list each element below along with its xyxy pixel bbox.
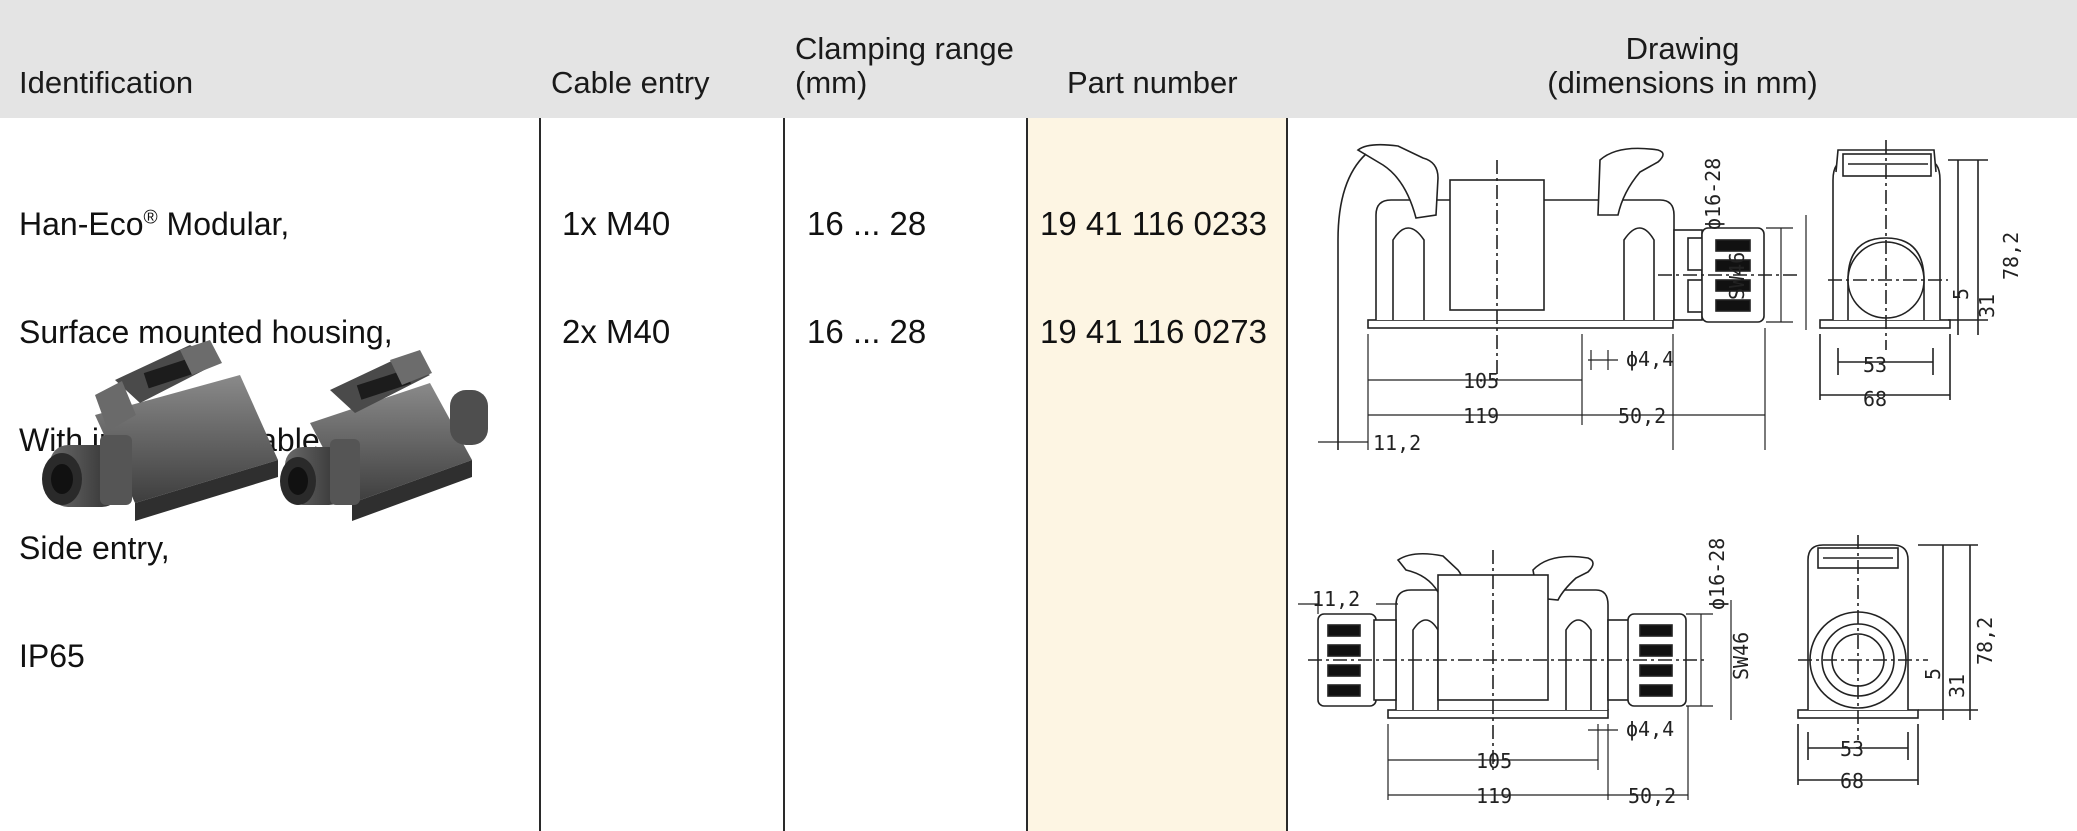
part-number-2[interactable]: 19 41 116 0273	[1040, 314, 1267, 350]
dim-top-31: 31	[1975, 294, 1999, 318]
header-identification: Identification	[19, 65, 194, 100]
dim-top-50-2: 50,2	[1618, 404, 1666, 428]
cable-entry-cell: 1x M40 2x M40	[562, 134, 670, 386]
dim-bottom-105: 105	[1476, 749, 1512, 773]
product-photo	[42, 340, 488, 521]
dim-bottom-5: 5	[1921, 668, 1945, 680]
dim-bottom-53: 53	[1840, 737, 1864, 761]
housing-right-photo	[280, 350, 488, 521]
dim-bottom-sw: SW46	[1729, 632, 1753, 680]
dim-top-5: 5	[1949, 288, 1973, 300]
dim-bottom-50-2: 50,2	[1628, 784, 1676, 808]
identification-line5: IP65	[19, 638, 85, 674]
part-number-cell: 19 41 116 0233 19 41 116 0273	[1040, 134, 1267, 386]
cable-entry-2: 2x M40	[562, 313, 671, 350]
part-number-1[interactable]: 19 41 116 0233	[1040, 206, 1267, 242]
clamping-range-1: 16 ... 28	[807, 205, 927, 242]
dim-top-11-2: 11,2	[1373, 431, 1421, 455]
housing-left-photo	[42, 340, 278, 521]
dim-top-gland-dia: ϕ16-28	[1701, 158, 1725, 230]
header-drawing-line1: Drawing	[1625, 31, 1740, 66]
cable-entry-1: 1x M40	[562, 205, 671, 242]
registered-mark: ®	[143, 207, 158, 229]
header-clamping-range-line1: Clamping range	[795, 31, 1014, 66]
technical-drawing: 105 119 50,2 11,2 ϕ4,4 ϕ16-28 SW46 53 68…	[1298, 140, 2023, 808]
header-part-number: Part number	[1067, 65, 1238, 100]
column-divider	[783, 118, 785, 831]
dim-bottom-gland-dia: ϕ16-28	[1705, 538, 1729, 610]
dim-top-119: 119	[1463, 404, 1499, 428]
column-divider	[1026, 118, 1028, 831]
dim-top-68: 68	[1863, 387, 1887, 411]
clamping-range-2: 16 ... 28	[807, 313, 927, 350]
drawing-bottom-side-view	[1797, 535, 1978, 785]
dim-top-hole: ϕ4,4	[1626, 347, 1674, 371]
dim-bottom-31: 31	[1945, 674, 1969, 698]
drawing-top-side-view	[1819, 140, 1988, 400]
dim-bottom-hole: ϕ4,4	[1626, 717, 1674, 741]
table-header: Identification Cable entry Clamping rang…	[0, 0, 2077, 118]
header-drawing: Drawing (dimensions in mm)	[1288, 32, 2077, 100]
brand-name: Han-Eco	[19, 206, 144, 242]
column-divider	[539, 118, 541, 831]
dim-bottom-119: 119	[1476, 784, 1512, 808]
dim-bottom-78-2: 78,2	[1973, 617, 1997, 665]
identification-line1-rest: Modular,	[157, 206, 290, 242]
header-clamping-range-line2: (mm)	[795, 65, 868, 100]
identification-line1: Han-Eco® Modular,	[19, 206, 416, 242]
dim-top-78-2: 78,2	[1999, 232, 2023, 280]
dim-top-sw: SW46	[1725, 252, 1749, 300]
dim-bottom-68: 68	[1840, 769, 1864, 793]
header-clamping-range: Clamping range (mm)	[795, 32, 1014, 100]
dim-top-105: 105	[1463, 369, 1499, 393]
clamping-range-cell: 16 ... 28 16 ... 28	[807, 134, 926, 386]
header-cable-entry: Cable entry	[551, 65, 710, 100]
dim-top-53: 53	[1863, 353, 1887, 377]
header-drawing-line2: (dimensions in mm)	[1547, 65, 1818, 100]
dim-bottom-11-2: 11,2	[1312, 587, 1360, 611]
